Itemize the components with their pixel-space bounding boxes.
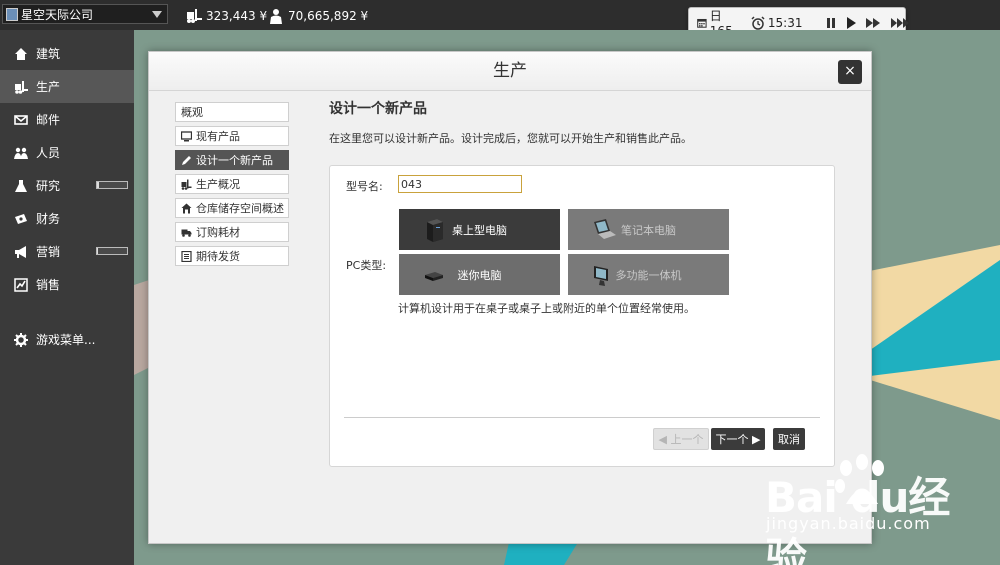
sidebar-item-staff[interactable]: 人员 xyxy=(0,136,134,169)
production-menu: 概观 现有产品 设计一个新产品 生产概况 仓库储存空间概述 订购耗材 期待发货 xyxy=(175,102,289,270)
forklift-icon xyxy=(15,80,28,94)
fast-forward-button[interactable] xyxy=(865,17,881,29)
content-title: 设计一个新产品 xyxy=(329,101,427,117)
sidebar-item-production[interactable]: 生产 xyxy=(0,70,134,103)
pc-type-label: PC类型: xyxy=(346,259,387,272)
alarm-clock-icon xyxy=(751,15,765,30)
play-button[interactable] xyxy=(846,16,856,29)
marketing-progress-bar xyxy=(96,247,128,255)
megaphone-icon xyxy=(15,245,26,258)
menu-item-overview[interactable]: 概观 xyxy=(175,102,289,122)
forklift-icon xyxy=(181,179,192,190)
sidebar-item-label: 财务 xyxy=(36,212,61,226)
menu-item-label: 现有产品 xyxy=(196,130,240,143)
research-progress-bar xyxy=(96,181,128,189)
pc-type-desktop-button[interactable]: 桌上型电脑 xyxy=(399,209,560,250)
calendar-icon xyxy=(697,18,707,28)
pc-type-label-text: 桌上型电脑 xyxy=(452,223,507,237)
pc-type-label-text: 笔记本电脑 xyxy=(621,223,676,237)
menu-item-design-new-product[interactable]: 设计一个新产品 xyxy=(175,150,289,170)
sidebar-item-finance[interactable]: 财务 xyxy=(0,202,134,235)
next-button[interactable]: 下一个 ▶ xyxy=(711,428,765,450)
gear-icon xyxy=(14,332,28,347)
production-stat: 323,443 ¥ xyxy=(186,8,267,24)
sidebar-item-label: 建筑 xyxy=(36,47,61,61)
sidebar-item-label: 销售 xyxy=(36,278,61,292)
close-button[interactable]: × xyxy=(838,60,862,84)
menu-item-label: 生产概况 xyxy=(196,178,240,191)
model-name-input[interactable] xyxy=(398,175,522,193)
forklift-icon xyxy=(187,9,202,23)
pause-button[interactable] xyxy=(826,17,836,29)
warehouse-icon xyxy=(181,203,192,213)
sidebar-item-label: 生产 xyxy=(36,80,61,94)
sidebar-item-label: 营销 xyxy=(36,245,61,259)
pc-type-hint: 计算机设计用于在桌子或桌子上或附近的单个位置经常使用。 xyxy=(398,302,695,315)
sidebar-item-building[interactable]: 建筑 xyxy=(0,37,134,70)
design-form-panel: 型号名: PC类型: 桌上型电脑 笔记本电脑 迷你电脑 多功能一体机 计算机设计… xyxy=(329,165,835,467)
chevron-down-icon[interactable] xyxy=(152,10,162,18)
pc-type-laptop-button[interactable]: 笔记本电脑 xyxy=(568,209,729,250)
fastest-forward-button[interactable] xyxy=(890,17,910,29)
pc-type-label-text: 多功能一体机 xyxy=(615,268,682,282)
marketing-progress-fill xyxy=(97,248,98,254)
menu-item-label: 设计一个新产品 xyxy=(196,154,273,167)
flask-icon xyxy=(15,179,27,192)
menu-item-warehouse-overview[interactable]: 仓库储存空间概述 xyxy=(175,198,289,218)
menu-item-production-overview[interactable]: 生产概况 xyxy=(175,174,289,194)
sidebar-item-label: 研究 xyxy=(36,179,61,193)
mail-icon xyxy=(14,114,28,125)
close-icon: × xyxy=(844,63,856,79)
company-building-icon xyxy=(6,7,18,21)
pc-type-label-text: 迷你电脑 xyxy=(457,268,502,282)
money-stat: 70,665,892 ¥ xyxy=(268,8,368,24)
pc-type-all-in-one-button[interactable]: 多功能一体机 xyxy=(568,254,729,295)
watermark-url: jingyan.baidu.com xyxy=(766,514,931,533)
menu-item-pending-shipments[interactable]: 期待发货 xyxy=(175,246,289,266)
cancel-button[interactable]: 取消 xyxy=(773,428,805,450)
menu-item-label: 仓库储存空间概述 xyxy=(196,202,284,215)
money-value: 70,665,892 ¥ xyxy=(288,9,369,23)
monitor-icon xyxy=(181,130,192,141)
menu-item-label: 概观 xyxy=(181,106,203,119)
model-name-label: 型号名: xyxy=(346,180,383,193)
fast-forward-icon xyxy=(865,17,880,28)
people-icon xyxy=(14,147,28,159)
person-icon xyxy=(270,9,282,24)
research-progress-fill xyxy=(97,182,99,188)
clock-time: 15:31 xyxy=(767,15,803,30)
menu-item-existing-products[interactable]: 现有产品 xyxy=(175,126,289,146)
menu-item-label: 期待发货 xyxy=(196,250,240,263)
sidebar-item-research[interactable]: 研究 xyxy=(0,169,134,202)
form-divider xyxy=(344,417,820,418)
pc-type-mini-button[interactable]: 迷你电脑 xyxy=(399,254,560,295)
truck-icon xyxy=(181,229,192,237)
house-icon xyxy=(15,47,27,60)
menu-item-order-supplies[interactable]: 订购耗材 xyxy=(175,222,289,242)
company-name: 星空天际公司 xyxy=(21,7,94,22)
production-value: 323,443 ¥ xyxy=(206,9,268,23)
pause-icon xyxy=(826,17,835,28)
chart-icon xyxy=(14,277,28,292)
play-icon xyxy=(846,16,856,29)
list-icon xyxy=(181,250,192,262)
sidebar-item-label: 人员 xyxy=(36,146,61,160)
money-icon xyxy=(15,213,27,224)
menu-item-label: 订购耗材 xyxy=(196,226,240,239)
sidebar-item-game-menu[interactable]: 游戏菜单... xyxy=(0,323,134,356)
sidebar-item-marketing[interactable]: 营销 xyxy=(0,235,134,268)
content-description: 在这里您可以设计新产品。设计完成后，您就可以开始生产和销售此产品。 xyxy=(329,132,692,145)
sidebar-item-label: 邮件 xyxy=(36,113,61,127)
content-header: 设计一个新产品 在这里您可以设计新产品。设计完成后，您就可以开始生产和销售此产品… xyxy=(329,98,839,146)
company-selector[interactable]: 星空天际公司 xyxy=(2,4,168,24)
main-sidebar: 建筑 生产 邮件 人员 研究 财务 营销 销售 游戏菜单... xyxy=(0,30,134,565)
baidu-watermark: Bai du经验 jingyan.baidu.com xyxy=(760,452,960,565)
fastest-forward-icon xyxy=(890,17,909,28)
sidebar-item-label: 游戏菜单... xyxy=(36,333,96,347)
sidebar-item-mail[interactable]: 邮件 xyxy=(0,103,134,136)
sidebar-item-sales[interactable]: 销售 xyxy=(0,268,134,301)
dialog-title: 生产 xyxy=(149,52,871,91)
pencil-icon xyxy=(182,155,191,165)
previous-button[interactable]: ◀ 上一个 xyxy=(653,428,709,450)
